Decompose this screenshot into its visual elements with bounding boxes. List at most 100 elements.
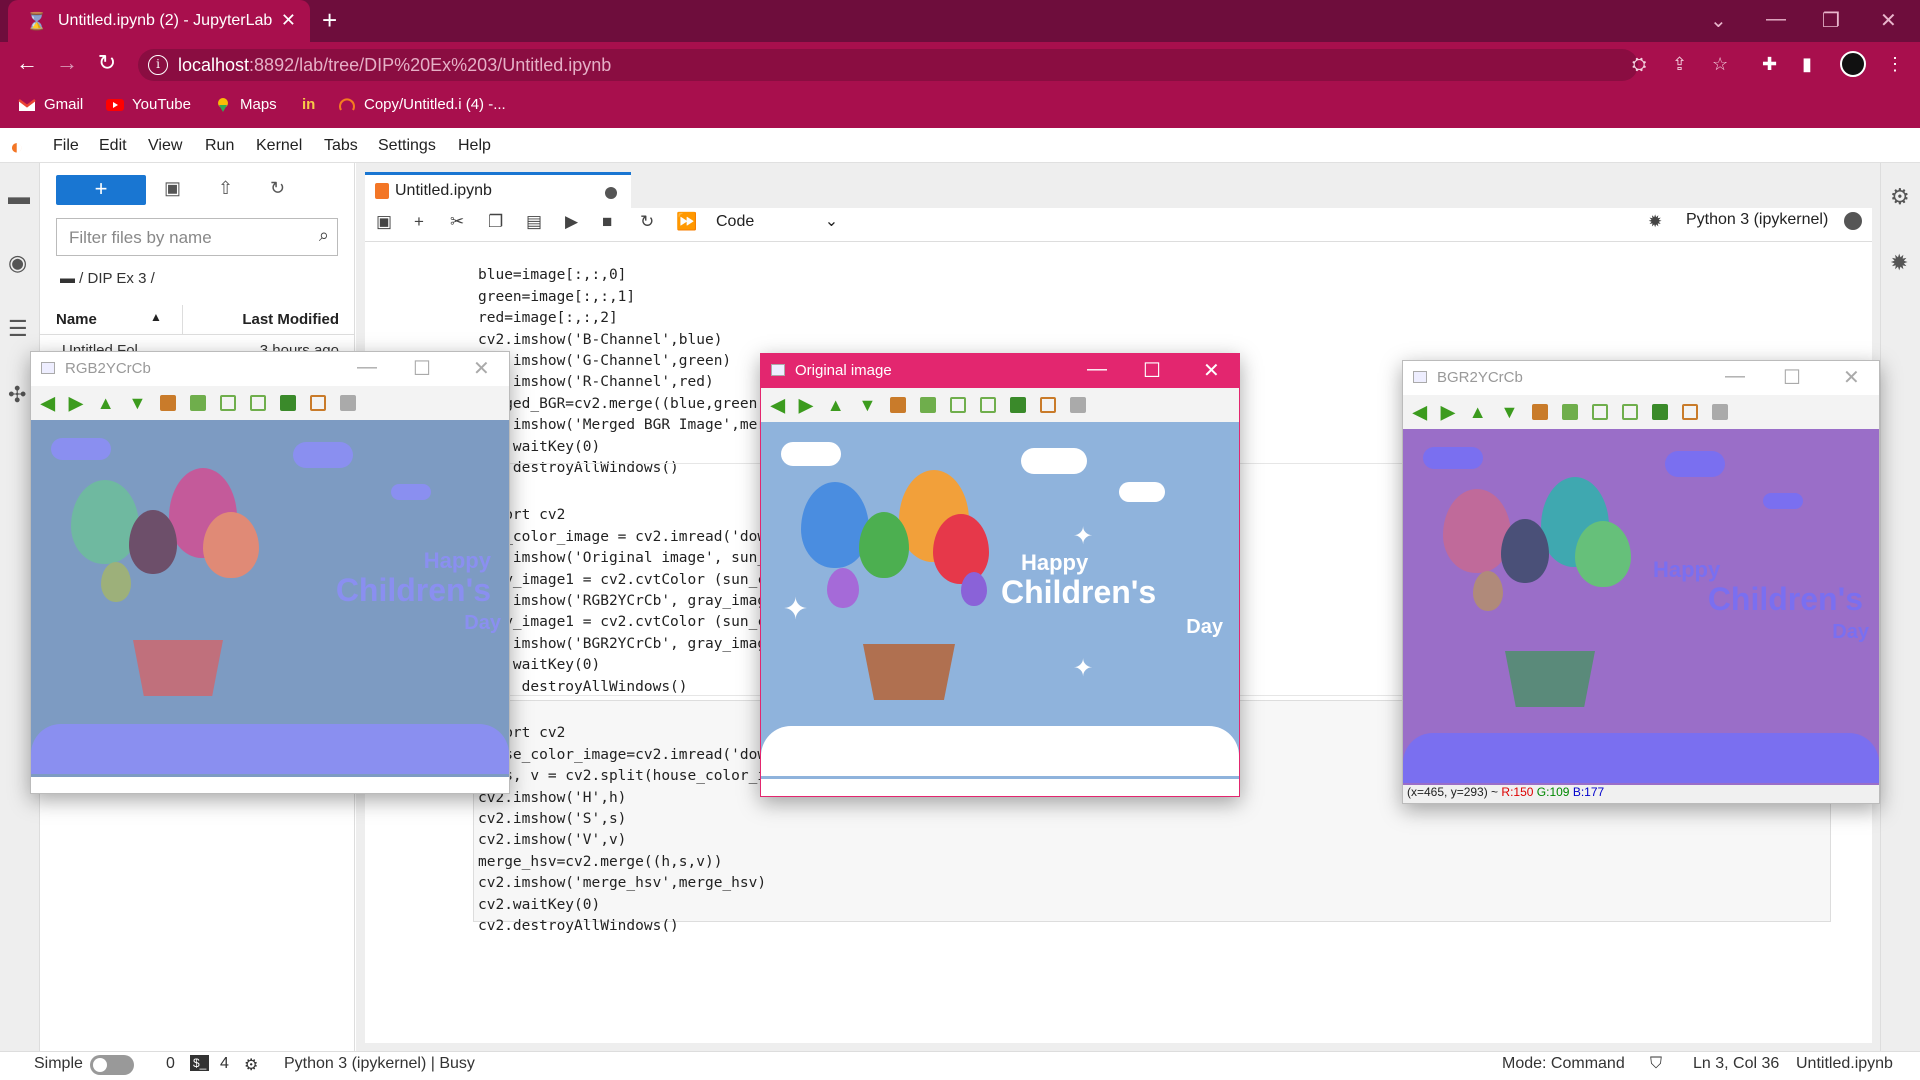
file-browser-icon[interactable]: ▬	[8, 184, 30, 210]
run-cell-icon[interactable]: ▶	[565, 212, 578, 232]
pan-right-icon[interactable]: ▶	[799, 395, 813, 416]
pan-down-icon[interactable]: ▼	[859, 395, 877, 416]
back-icon[interactable]: ←	[12, 50, 42, 76]
zoom-in-icon[interactable]	[950, 397, 967, 413]
original-image-window[interactable]: Original image — ☐ ✕ ◀ ▶ ▲ ▼ ✦ ✦ ✦ Happy Ch…	[760, 353, 1240, 797]
zoom-original-icon[interactable]	[1532, 404, 1549, 420]
browser-menu-icon[interactable]: ⋮	[1886, 54, 1904, 75]
cell-type-select[interactable]: Code ⌄	[716, 211, 838, 231]
pan-left-icon[interactable]: ◀	[41, 393, 55, 414]
copy-image-icon[interactable]	[1682, 404, 1699, 420]
paste-icon[interactable]: ▤	[526, 212, 542, 232]
bgr2ycrcb-window[interactable]: BGR2YCrCb — ☐ ✕ ◀ ▶ ▲ ▼ Happy Children's Da…	[1402, 360, 1880, 804]
copy-image-icon[interactable]	[310, 395, 327, 411]
pan-right-icon[interactable]: ▶	[1441, 402, 1455, 423]
close-icon[interactable]: ✕	[1843, 365, 1860, 390]
properties-icon[interactable]	[1070, 397, 1087, 413]
window-titlebar[interactable]: RGB2YCrCb — ☐ ✕	[31, 352, 509, 386]
refresh-icon[interactable]: ↻	[270, 178, 285, 199]
maximize-icon[interactable]: ☐	[1783, 365, 1801, 390]
side-panel-icon[interactable]: ▮	[1802, 54, 1812, 75]
new-folder-icon[interactable]: ▣	[164, 178, 181, 199]
close-window-button[interactable]: ✕	[1880, 8, 1897, 33]
restore-window-button[interactable]: ❐	[1822, 8, 1840, 33]
property-inspector-icon[interactable]: ⚙	[1890, 184, 1910, 210]
zoom-in-icon[interactable]	[1592, 404, 1609, 420]
properties-icon[interactable]	[340, 395, 357, 411]
minimize-icon[interactable]: —	[357, 356, 377, 379]
insert-cell-icon[interactable]: +	[414, 212, 424, 232]
menu-help[interactable]: Help	[458, 137, 491, 155]
menu-tabs[interactable]: Tabs	[324, 137, 358, 155]
simple-mode-toggle[interactable]	[90, 1055, 134, 1075]
forward-icon[interactable]: →	[52, 50, 82, 76]
site-info-icon[interactable]: i	[148, 55, 168, 75]
maximize-icon[interactable]: ☐	[1143, 358, 1161, 383]
extensions-puzzle-icon[interactable]: ✣	[8, 382, 26, 408]
restart-kernel-icon[interactable]: ↻	[640, 212, 654, 232]
window-titlebar[interactable]: BGR2YCrCb — ☐ ✕	[1403, 361, 1879, 395]
notebook-tab[interactable]: Untitled.ipynb	[365, 172, 631, 208]
menu-kernel[interactable]: Kernel	[256, 137, 302, 155]
rgb2ycrcb-window[interactable]: RGB2YCrCb — ☐ ✕ ◀ ▶ ▲ ▼ Happy Children's Da…	[30, 351, 510, 794]
copy-icon[interactable]: ❐	[488, 212, 503, 232]
tab-search-icon[interactable]: ⌄	[1710, 8, 1727, 33]
save-icon[interactable]: ▣	[376, 212, 392, 232]
zoom-out-icon[interactable]	[980, 397, 997, 413]
profile-avatar[interactable]	[1840, 51, 1866, 77]
bookmark-gmail[interactable]: Gmail	[18, 96, 83, 113]
new-launcher-button[interactable]: +	[56, 175, 146, 205]
cursor-position[interactable]: Ln 3, Col 36	[1693, 1055, 1779, 1073]
share-icon[interactable]: ⇪	[1672, 54, 1687, 75]
kernel-name[interactable]: Python 3 (ipykernel)	[1686, 211, 1828, 229]
pan-left-icon[interactable]: ◀	[1413, 402, 1427, 423]
translate-icon[interactable]: ⛭	[1632, 54, 1646, 75]
debugger-icon[interactable]: ✹	[1890, 250, 1908, 276]
menu-file[interactable]: File	[53, 137, 79, 155]
zoom-fit-icon[interactable]	[190, 395, 207, 411]
bookmark-star-icon[interactable]: ☆	[1712, 54, 1728, 75]
save-image-icon[interactable]	[1652, 404, 1669, 420]
pan-left-icon[interactable]: ◀	[771, 395, 785, 416]
minimize-icon[interactable]: —	[1725, 365, 1745, 388]
interrupt-kernel-icon[interactable]: ■	[602, 212, 612, 232]
bookmark-youtube[interactable]: YouTube	[106, 96, 191, 113]
menu-view[interactable]: View	[148, 137, 182, 155]
image-canvas[interactable]: Happy Children's Day	[1403, 429, 1879, 786]
upload-icon[interactable]: ⇧	[218, 178, 233, 199]
reload-icon[interactable]: ↻	[92, 50, 122, 76]
zoom-out-icon[interactable]	[1622, 404, 1639, 420]
cut-icon[interactable]: ✂	[450, 212, 464, 232]
pan-up-icon[interactable]: ▲	[827, 395, 845, 416]
pan-up-icon[interactable]: ▲	[1469, 402, 1487, 423]
minimize-icon[interactable]: —	[1087, 358, 1107, 381]
running-kernels-icon[interactable]: ◉	[8, 250, 27, 276]
kernel-status[interactable]: Python 3 (ipykernel) | Busy	[284, 1055, 475, 1073]
pan-down-icon[interactable]: ▼	[129, 393, 147, 414]
close-icon[interactable]: ✕	[1203, 358, 1220, 383]
zoom-out-icon[interactable]	[250, 395, 267, 411]
address-bar[interactable]: i localhost:8892/lab/tree/DIP%20Ex%203/U…	[138, 49, 1638, 81]
extensions-icon[interactable]: ✚	[1762, 54, 1777, 75]
close-icon[interactable]: ✕	[473, 356, 490, 381]
pan-right-icon[interactable]: ▶	[69, 393, 83, 414]
breadcrumb[interactable]: ▬ / DIP Ex 3 /	[60, 270, 155, 287]
bookmark-app-icon[interactable]: in	[302, 96, 315, 113]
new-tab-button[interactable]: +	[322, 7, 337, 33]
table-of-contents-icon[interactable]: ☰	[8, 316, 28, 342]
properties-icon[interactable]	[1712, 404, 1729, 420]
save-image-icon[interactable]	[1010, 397, 1027, 413]
pan-up-icon[interactable]: ▲	[97, 393, 115, 414]
maximize-icon[interactable]: ☐	[413, 356, 431, 381]
run-all-icon[interactable]: ⏩	[676, 212, 697, 232]
zoom-in-icon[interactable]	[220, 395, 237, 411]
last-modified-column-header[interactable]: Last Modified	[242, 311, 339, 328]
close-tab-icon[interactable]: ✕	[281, 10, 296, 31]
browser-tab[interactable]: ⌛ Untitled.ipynb (2) - JupyterLab ✕	[8, 0, 310, 42]
bookmark-copy-untitled[interactable]: Copy/Untitled.i (4) -...	[338, 96, 506, 113]
unsaved-dot-icon[interactable]	[605, 187, 617, 199]
window-titlebar[interactable]: Original image — ☐ ✕	[761, 354, 1239, 388]
zoom-fit-icon[interactable]	[920, 397, 937, 413]
zoom-original-icon[interactable]	[160, 395, 177, 411]
zoom-original-icon[interactable]	[890, 397, 907, 413]
